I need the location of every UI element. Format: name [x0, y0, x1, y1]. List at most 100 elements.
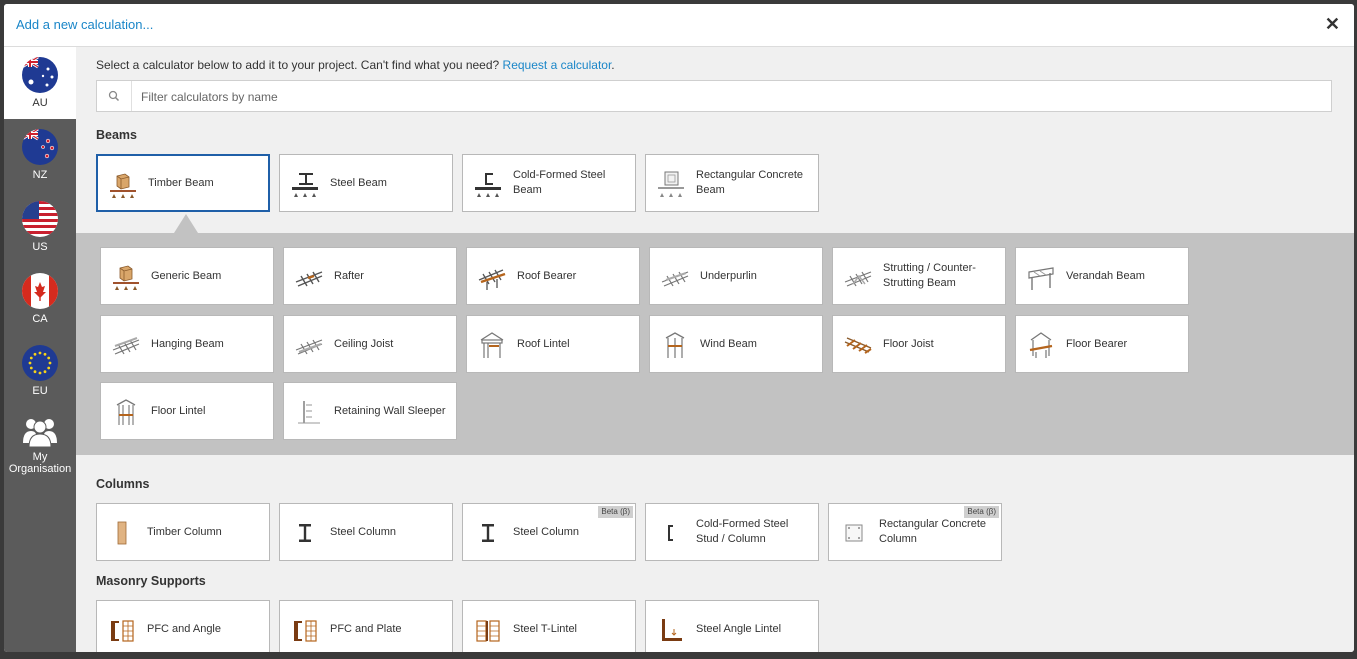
pfc-and-angle-icon [111, 620, 134, 642]
card-label: Rafter [334, 269, 364, 282]
card-roof-lintel[interactable]: Roof Lintel [466, 315, 640, 373]
strutting-beam-icon [844, 271, 872, 287]
card-floor-joist[interactable]: Floor Joist [832, 315, 1006, 373]
steel-angle-lintel-icon [662, 619, 682, 641]
card-pfc-and-angle[interactable]: PFC and Angle [96, 600, 270, 652]
card-rafter[interactable]: Rafter [283, 247, 457, 305]
card-label: PFC and Plate [330, 622, 402, 635]
card-underpurlin[interactable]: Underpurlin [649, 247, 823, 305]
card-label: Cold-Formed Steel Beam [513, 169, 606, 196]
underpurlin-icon [661, 271, 689, 287]
card-timber-beam[interactable]: Timber Beam [96, 154, 270, 212]
region-label: CA [32, 313, 48, 325]
card-label: Rectangular Concrete Beam [696, 169, 804, 196]
card-label: Floor Lintel [151, 404, 206, 417]
region-eu[interactable]: EU [4, 335, 76, 407]
hanging-beam-icon [112, 337, 140, 355]
card-ceiling-joist[interactable]: Ceiling Joist [283, 315, 457, 373]
region-label: US [32, 241, 48, 253]
card-retaining-wall-sleeper[interactable]: Retaining Wall Sleeper [283, 382, 457, 440]
floor-bearer-icon [1029, 332, 1053, 358]
group-users-icon [23, 419, 57, 448]
pfc-and-plate-icon [294, 620, 317, 642]
steel-beam-icon [292, 173, 318, 197]
region-label: My Organisation [8, 451, 72, 475]
flag-eu-icon [22, 345, 58, 381]
card-steel-column[interactable]: Steel Column [279, 503, 453, 561]
region-my-organisation[interactable]: My Organisation [4, 407, 76, 479]
region-label: AU [32, 97, 48, 109]
card-label: Verandah Beam [1066, 269, 1145, 282]
request-calculator-link[interactable]: Request a calculator [503, 58, 612, 72]
card-label: Steel Beam [330, 176, 387, 189]
roof-lintel-icon [480, 332, 504, 358]
card-label: Roof Lintel [517, 337, 570, 350]
card-label: Timber Beam [148, 176, 214, 189]
generic-beam-icon [113, 265, 139, 290]
card-label: Generic Beam [151, 269, 222, 282]
card-roof-bearer[interactable]: Roof Bearer [466, 247, 640, 305]
card-rectangular-concrete-beam[interactable]: Rectangular Concrete Beam [645, 154, 819, 212]
beta-badge: Beta (β) [964, 506, 999, 518]
card-verandah-beam[interactable]: Verandah Beam [1015, 247, 1189, 305]
flag-au-icon [22, 57, 58, 93]
roof-bearer-icon [478, 269, 506, 290]
card-steel-angle-lintel[interactable]: Steel Angle Lintel [645, 600, 819, 652]
flag-us-icon [22, 201, 58, 237]
card-label: Floor Joist [883, 337, 934, 350]
dialog-header: Add a new calculation... ✕ [4, 4, 1354, 47]
region-nz[interactable]: NZ [4, 119, 76, 191]
search-icon [97, 81, 132, 111]
concrete-beam-icon [658, 171, 684, 197]
floor-joist-icon [844, 337, 872, 354]
timber-beam-icon [110, 173, 136, 198]
region-label: EU [32, 385, 48, 397]
card-label: Steel Angle Lintel [696, 622, 782, 635]
region-us[interactable]: US [4, 191, 76, 263]
card-floor-bearer[interactable]: Floor Bearer [1015, 315, 1189, 373]
search-input[interactable] [139, 87, 1293, 107]
card-floor-lintel[interactable]: Floor Lintel [100, 382, 274, 440]
retaining-wall-sleeper-icon [298, 401, 320, 424]
card-generic-beam[interactable]: Generic Beam [100, 247, 274, 305]
steel-t-lintel-icon [476, 620, 500, 642]
steel-column-icon [299, 524, 311, 542]
cold-formed-steel-beam-icon [475, 173, 501, 197]
card-strutting-beam[interactable]: Strutting / Counter-Strutting Beam [832, 247, 1006, 305]
card-label: Underpurlin [700, 269, 757, 282]
flag-nz-icon [22, 129, 58, 165]
card-label: Steel T-Lintel [513, 622, 578, 635]
card-cold-formed-steel-stud-column[interactable]: Cold-Formed Steel Stud / Column [645, 503, 819, 561]
card-pfc-and-plate[interactable]: PFC and Plate [279, 600, 453, 652]
wind-beam-icon [665, 332, 685, 358]
card-hanging-beam[interactable]: Hanging Beam [100, 315, 274, 373]
intro-text: Select a calculator below to add it to y… [96, 58, 615, 72]
card-label: Floor Bearer [1066, 337, 1128, 350]
card-label: Ceiling Joist [334, 337, 394, 350]
beta-badge: Beta (β) [598, 506, 633, 518]
section-title-columns: Columns [96, 477, 150, 491]
ceiling-joist-icon [295, 339, 323, 355]
region-au[interactable]: AU [4, 47, 76, 119]
card-rectangular-concrete-column[interactable]: Rectangular Concrete Column Beta (β) [828, 503, 1002, 561]
region-ca[interactable]: CA [4, 263, 76, 335]
add-calculation-dialog: Add a new calculation... ✕ AU NZ US CA E… [4, 4, 1354, 652]
card-cold-formed-steel-beam[interactable]: Cold-Formed Steel Beam [462, 154, 636, 212]
timber-column-icon [117, 521, 127, 545]
dialog-title: Add a new calculation... [16, 17, 154, 32]
steel-column-icon [482, 524, 494, 542]
card-wind-beam[interactable]: Wind Beam [649, 315, 823, 373]
selection-pointer [174, 214, 198, 233]
card-label: Hanging Beam [151, 337, 224, 350]
card-label: Cold-Formed Steel Stud / Column [696, 518, 789, 545]
card-label: Steel Column [330, 525, 397, 538]
card-label: Retaining Wall Sleeper [334, 404, 446, 417]
card-steel-t-lintel[interactable]: Steel T-Lintel [462, 600, 636, 652]
card-steel-beam[interactable]: Steel Beam [279, 154, 453, 212]
close-icon[interactable]: ✕ [1325, 14, 1340, 34]
card-timber-column[interactable]: Timber Column [96, 503, 270, 561]
floor-lintel-icon [116, 399, 136, 425]
region-label: NZ [32, 169, 48, 181]
card-steel-column-beta[interactable]: Steel Column Beta (β) [462, 503, 636, 561]
card-label: PFC and Angle [147, 622, 221, 635]
